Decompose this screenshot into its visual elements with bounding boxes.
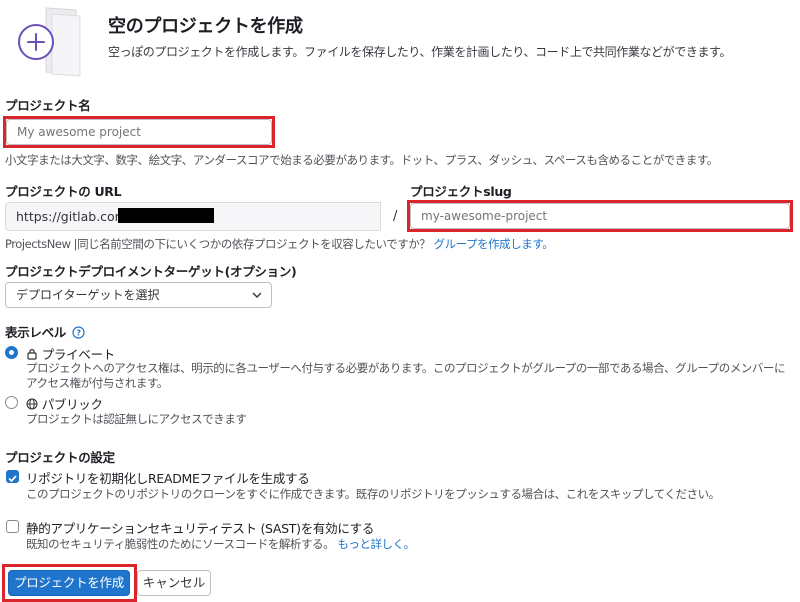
visibility-private-radio[interactable] bbox=[5, 346, 18, 359]
redacted-namespace bbox=[118, 208, 214, 223]
sast-checkbox[interactable] bbox=[6, 520, 19, 533]
group-hint: ProjectsNew |同じ名前空間の下にいくつかの依存プロジェクトを収容した… bbox=[5, 236, 554, 252]
deploy-target-select[interactable]: デプロイターゲットを選択 bbox=[5, 282, 272, 308]
project-settings-label: プロジェクトの設定 bbox=[5, 450, 115, 465]
sast-option-label[interactable]: 静的アプリケーションセキュリティテスト (SAST)を有効にする bbox=[26, 518, 374, 537]
project-name-input[interactable] bbox=[6, 119, 272, 145]
help-icon[interactable]: ? bbox=[72, 326, 85, 339]
visibility-public-radio[interactable] bbox=[5, 396, 18, 409]
create-project-button[interactable]: プロジェクトを作成 bbox=[8, 570, 130, 596]
lock-icon bbox=[27, 348, 37, 360]
deploy-target-value: デプロイターゲットを選択 bbox=[16, 288, 160, 302]
page-subtitle: 空っぽのプロジェクトを作成します。ファイルを保存したり、作業を計画したり、コード… bbox=[108, 45, 732, 59]
chevron-down-icon bbox=[252, 292, 262, 298]
readme-option-label[interactable]: リポジトリを初期化しREADMEファイルを生成する bbox=[26, 468, 310, 487]
cancel-button[interactable]: キャンセル bbox=[137, 570, 211, 596]
url-separator: / bbox=[393, 209, 398, 224]
visibility-private-description: プロジェクトへのアクセス権は、明示的に各ユーザーへ付与する必要があります。このプ… bbox=[26, 361, 785, 390]
create-group-link[interactable]: グループを作成します。 bbox=[434, 237, 554, 251]
visibility-public-description: プロジェクトは認証無しにアクセスできます bbox=[26, 412, 247, 426]
globe-icon bbox=[26, 398, 38, 410]
group-hint-text: ProjectsNew |同じ名前空間の下にいくつかの依存プロジェクトを収容した… bbox=[5, 237, 431, 251]
project-name-help: 小文字または大文字、数字、絵文字、アンダースコアで始まる必要があります。ドット、… bbox=[5, 153, 718, 167]
check-icon bbox=[8, 475, 17, 483]
project-slug-label: プロジェクトslug bbox=[410, 184, 512, 199]
sast-description: 既知のセキュリティ脆弱性のためにソースコードを解析する。 もっと詳しく。 bbox=[26, 537, 415, 551]
learn-more-link[interactable]: もっと詳しく。 bbox=[337, 537, 415, 551]
readme-checkbox[interactable] bbox=[6, 470, 19, 483]
project-name-label: プロジェクト名 bbox=[5, 98, 91, 113]
deploy-target-label: プロジェクトデプロイメントターゲット(オプション) bbox=[5, 264, 297, 279]
readme-description: このプロジェクトのリポジトリのクローンをすぐに作成できます。既存のリポジトリをプ… bbox=[26, 487, 720, 501]
svg-text:?: ? bbox=[76, 329, 81, 338]
project-url-label: プロジェクトの URL bbox=[5, 184, 122, 199]
plus-document-icon bbox=[6, 4, 82, 78]
page-title: 空のプロジェクトを作成 bbox=[108, 16, 303, 37]
project-slug-input[interactable] bbox=[410, 203, 790, 229]
visibility-label: 表示レベル ? bbox=[5, 322, 85, 341]
